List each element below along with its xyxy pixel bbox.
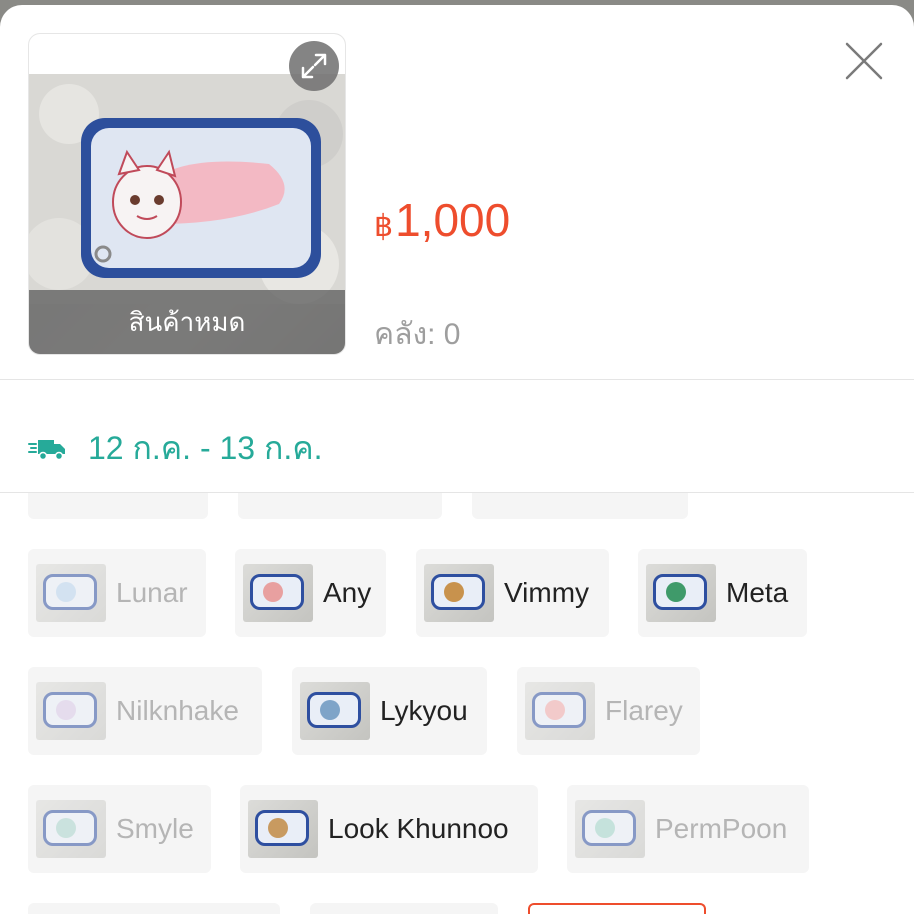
truck-icon [28, 439, 65, 460]
option-chip-look-khunnoo[interactable]: Look Khunnoo [240, 785, 538, 873]
price-currency: ฿ [374, 210, 394, 243]
option-label: Any [323, 577, 372, 608]
option-chip-vimmy[interactable]: Vimmy [416, 549, 609, 637]
option-thumbnail [575, 800, 645, 858]
option-chip-lunar[interactable]: Lunar [28, 549, 206, 637]
option-label: Meta [726, 577, 789, 608]
option-chip-any[interactable]: Any [235, 549, 386, 637]
option-chip-selected[interactable] [528, 903, 706, 914]
option-label: Smyle [116, 813, 194, 844]
expand-image-button[interactable] [289, 41, 339, 91]
option-chip-meta[interactable]: Meta [638, 549, 807, 637]
option-label: Lunar [116, 577, 188, 608]
option-chip-smyle[interactable]: Smyle [28, 785, 211, 873]
option-chip-partial[interactable] [28, 903, 280, 914]
option-thumbnail [300, 682, 370, 740]
product-price: ฿ 1,000 [374, 193, 510, 247]
option-label: Lykyou [380, 695, 468, 726]
expand-icon [301, 53, 327, 79]
option-thumbnail [525, 682, 595, 740]
option-thumbnail [646, 564, 716, 622]
option-label: Vimmy [504, 577, 590, 608]
option-label: PermPoon [655, 813, 788, 844]
option-thumbnail [248, 800, 318, 858]
close-icon [845, 42, 883, 80]
option-label: Look Khunnoo [328, 813, 509, 844]
option-thumbnail [424, 564, 494, 622]
option-thumbnail [36, 800, 106, 858]
option-thumbnail [36, 564, 106, 622]
option-label: Flarey [605, 695, 683, 726]
shipping-estimate-overlay: 12 ก.ค. - 13 ก.ค. [28, 423, 323, 474]
option-chip-nilknhake[interactable]: Nilknhake [28, 667, 262, 755]
close-button[interactable] [840, 37, 888, 85]
divider [0, 492, 914, 493]
option-chip-partial[interactable] [310, 903, 498, 914]
price-value: 1,000 [395, 194, 511, 246]
stock-count: คลัง: 0 [374, 318, 461, 351]
option-chip-flarey[interactable]: Flarey [517, 667, 700, 755]
sold-out-label: สินค้าหมด [29, 290, 345, 354]
variation-sheet: สินค้าหมด ฿ 1,000 คลัง: 0 12 ก.ค. - 13 ก… [0, 5, 914, 914]
shipping-date: 12 ก.ค. - 13 ก.ค. [88, 430, 323, 466]
product-photo [29, 74, 345, 304]
option-chip-permpoon[interactable]: PermPoon [567, 785, 809, 873]
option-thumbnail [243, 564, 313, 622]
option-chip-lykyou[interactable]: Lykyou [292, 667, 487, 755]
option-label: Nilknhake [116, 695, 239, 726]
option-thumbnail [36, 682, 106, 740]
